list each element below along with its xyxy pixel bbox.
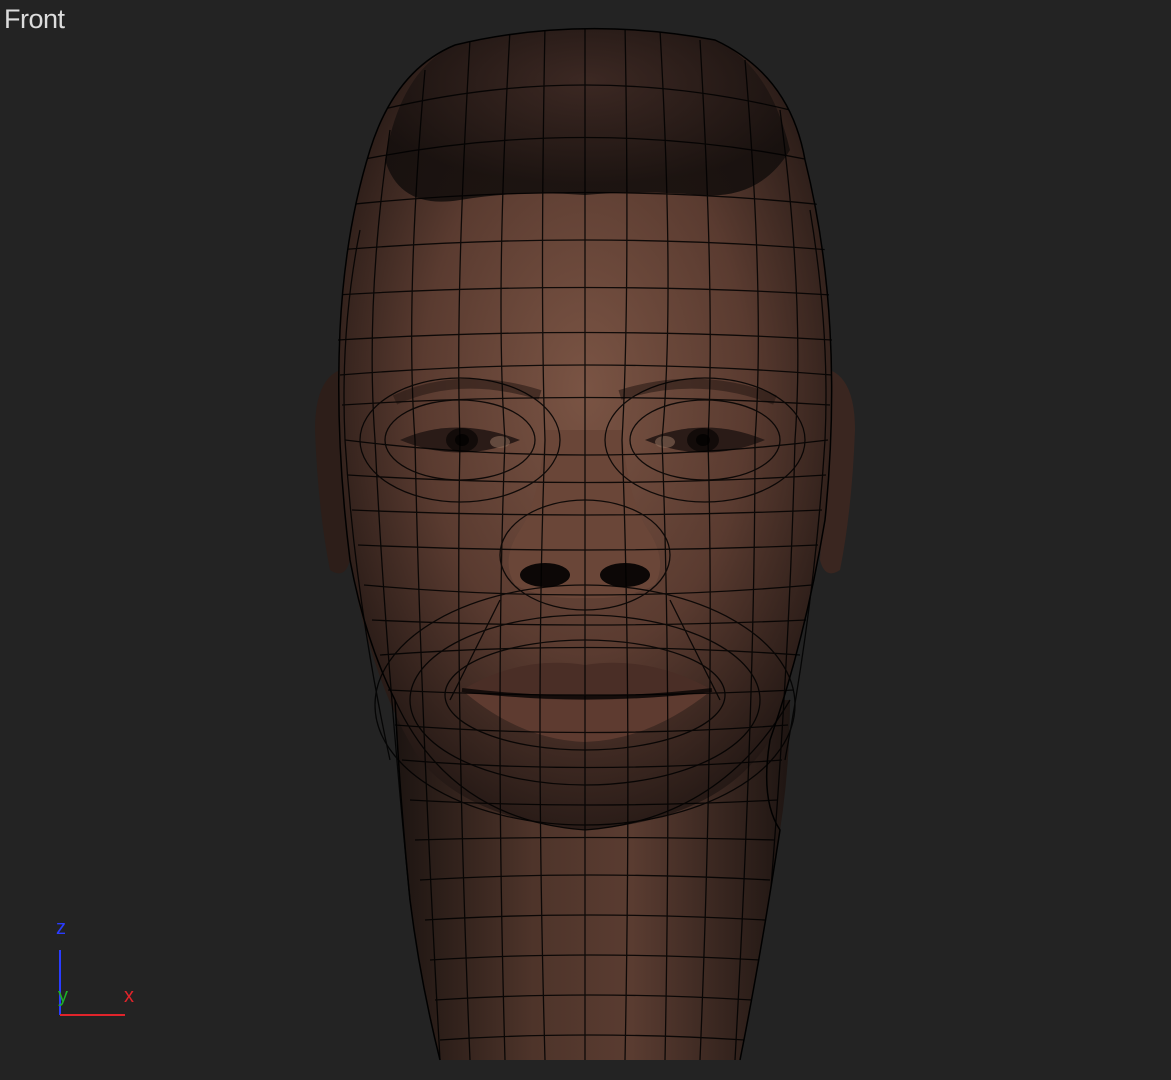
axis-gizmo: z y x xyxy=(40,910,160,1030)
head-model[interactable] xyxy=(0,0,1171,1080)
front-viewport[interactable]: Front z y x xyxy=(0,0,1171,1080)
z-axis-label: z xyxy=(56,917,66,939)
hair-shape xyxy=(385,28,790,202)
y-axis-label: y xyxy=(58,985,68,1007)
x-axis-label: x xyxy=(124,985,134,1007)
